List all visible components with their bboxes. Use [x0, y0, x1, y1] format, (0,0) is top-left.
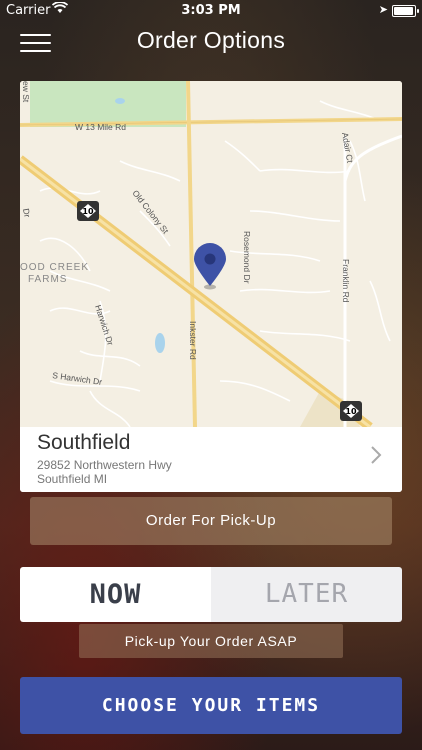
order-pickup-button[interactable]: Order For Pick-Up — [30, 497, 392, 545]
clock: 3:03 PM — [181, 3, 241, 18]
map-label-ew: ew St — [21, 81, 31, 103]
svg-text:10: 10 — [345, 407, 357, 416]
battery-icon — [392, 5, 419, 17]
page-title: Order Options — [136, 27, 286, 53]
nav-bar: Order Options — [0, 22, 422, 66]
route-10-shield-icon: 10 — [340, 401, 362, 421]
now-option[interactable]: NOW — [20, 567, 211, 622]
store-address: 29852 Northwestern Hwy Southfield MI — [37, 458, 172, 486]
store-address-line1: 29852 Northwestern Hwy — [37, 458, 172, 472]
status-bar: Carrier 3:03 PM ➤ — [0, 0, 422, 22]
svg-text:10: 10 — [82, 207, 94, 216]
choose-items-button[interactable]: CHOOSE YOUR ITEMS — [20, 677, 402, 734]
asap-note: Pick-up Your Order ASAP — [79, 624, 343, 658]
store-map[interactable]: W 13 Mile Rd Old Colony St Rosemond Dr A… — [20, 81, 402, 427]
later-option[interactable]: LATER — [211, 567, 402, 622]
map-label-franklin: Franklin Rd — [341, 259, 351, 303]
map-label-inkster: Inkster Rd — [188, 321, 198, 360]
map-label-farms: FARMS — [28, 274, 67, 285]
store-card: W 13 Mile Rd Old Colony St Rosemond Dr A… — [20, 81, 402, 492]
map-label-dr: Dr — [21, 208, 32, 219]
store-location-row[interactable]: Southfield 29852 Northwestern Hwy Southf… — [20, 427, 402, 492]
chevron-right-icon — [370, 445, 382, 471]
store-name: Southfield — [37, 431, 131, 454]
route-10-shield-icon: 10 — [77, 201, 99, 221]
timing-toggle: NOW LATER — [20, 567, 402, 622]
map-label-wood-creek: OOD CREEK — [20, 262, 89, 273]
map-label-w13: W 13 Mile Rd — [75, 122, 126, 132]
location-arrow-icon: ➤ — [378, 3, 388, 16]
map-label-rosemond: Rosemond Dr — [242, 231, 252, 284]
store-address-line2: Southfield MI — [37, 472, 108, 486]
